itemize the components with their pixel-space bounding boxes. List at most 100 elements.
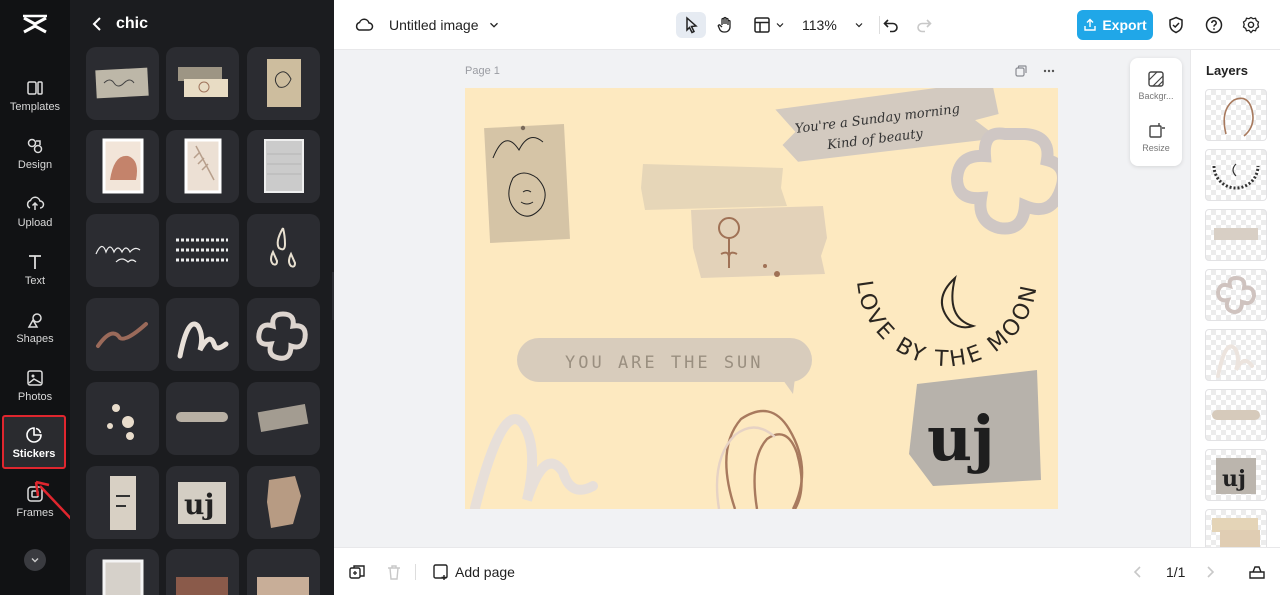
layer-love-by-the-moon[interactable] bbox=[1205, 149, 1267, 201]
rail-item-text[interactable]: Text bbox=[0, 242, 70, 296]
tray-icon bbox=[1249, 566, 1265, 579]
shapes-icon bbox=[27, 312, 42, 328]
settings-button[interactable] bbox=[1241, 12, 1261, 38]
center-tape-strips[interactable] bbox=[641, 164, 827, 278]
rail-label: Stickers bbox=[12, 447, 56, 460]
rail-label: Design bbox=[17, 158, 53, 171]
sticker-paper-sketch[interactable] bbox=[247, 47, 320, 120]
layer-note-strip[interactable] bbox=[1205, 209, 1267, 261]
layout-icon bbox=[754, 17, 770, 33]
panel-title: chic bbox=[116, 15, 149, 32]
next-page-button[interactable] bbox=[1201, 561, 1219, 583]
prev-page-button[interactable] bbox=[1129, 561, 1147, 583]
top-toolbar: Untitled image 113% Export bbox=[334, 0, 1280, 50]
sticker-paint-dots[interactable] bbox=[86, 382, 159, 455]
document-title: Untitled image bbox=[389, 17, 479, 33]
sticker-palm-leaf-photo[interactable] bbox=[166, 130, 239, 203]
rail-item-templates[interactable]: Templates bbox=[0, 68, 70, 122]
hand-tool-button[interactable] bbox=[715, 12, 735, 38]
svg-text:uj: uj bbox=[1222, 466, 1246, 492]
sticker-text-strips[interactable] bbox=[166, 214, 239, 287]
rail-item-design[interactable]: Design bbox=[0, 126, 70, 180]
sunday-morning-tape[interactable]: You're a Sunday morning Kind of beauty bbox=[775, 88, 1002, 163]
sticker-grey-texture[interactable] bbox=[247, 130, 320, 203]
rail-item-photos[interactable]: Photos bbox=[0, 358, 70, 412]
more-options-icon[interactable] bbox=[1042, 64, 1056, 78]
duplicate-page-icon[interactable] bbox=[1014, 64, 1028, 78]
sticker-brown-paper[interactable] bbox=[166, 549, 239, 595]
duplicate-button[interactable] bbox=[348, 561, 366, 583]
undo-icon bbox=[883, 19, 898, 33]
shield-button[interactable] bbox=[1166, 12, 1186, 38]
sticker-water-drops[interactable] bbox=[247, 214, 320, 287]
layout-dropdown[interactable] bbox=[752, 12, 786, 38]
you-are-the-sun-bubble[interactable]: YOU ARE THE SUN bbox=[517, 338, 812, 394]
sticker-photo-frame[interactable] bbox=[86, 549, 159, 595]
outline-squiggle-sticker[interactable] bbox=[715, 409, 804, 509]
page-actions bbox=[1014, 64, 1056, 78]
background-tool-button[interactable]: Backgr... bbox=[1130, 70, 1182, 101]
sticker-torn-tape-strips[interactable] bbox=[166, 47, 239, 120]
shield-icon bbox=[1169, 16, 1183, 34]
sticker-torn-paper-handwriting[interactable] bbox=[86, 47, 159, 120]
collapse-pages-button[interactable] bbox=[1248, 561, 1266, 583]
layer-flower[interactable] bbox=[1205, 269, 1267, 321]
bubble-text: YOU ARE THE SUN bbox=[565, 353, 764, 373]
resize-tool-button[interactable]: Resize bbox=[1130, 122, 1182, 153]
bottom-divider bbox=[415, 564, 416, 580]
chevron-left-icon bbox=[1133, 566, 1141, 578]
chevron-down-icon bbox=[776, 23, 784, 28]
canvas-workspace: Page 1 You're a Sunday morning Kind of b… bbox=[334, 50, 1190, 547]
love-by-the-moon-arc[interactable]: LOVE BY THE MOON bbox=[851, 275, 1043, 372]
sticker-beige-tape[interactable] bbox=[247, 549, 320, 595]
delete-button[interactable] bbox=[385, 561, 403, 583]
sticker-torn-letter-paper[interactable] bbox=[86, 466, 159, 539]
page-counter: 1/1 bbox=[1166, 564, 1186, 580]
sticker-torn-tape-grey[interactable] bbox=[247, 382, 320, 455]
face-sketch-paper[interactable] bbox=[484, 123, 570, 244]
gear-icon bbox=[1242, 16, 1260, 34]
chevron-right-icon bbox=[1207, 566, 1215, 578]
cloud-sync-button[interactable] bbox=[354, 12, 374, 38]
document-title-dropdown[interactable]: Untitled image bbox=[389, 12, 501, 38]
upload-icon bbox=[1084, 18, 1097, 31]
sticker-brush-stroke[interactable] bbox=[86, 298, 159, 371]
sticker-squiggle-line[interactable] bbox=[166, 298, 239, 371]
capcut-logo-icon[interactable] bbox=[20, 10, 50, 40]
zoom-level: 113% bbox=[802, 17, 837, 33]
sticker-afternoon-tea-script[interactable] bbox=[86, 214, 159, 287]
layer-squiggle-line[interactable] bbox=[1205, 329, 1267, 381]
account-avatar[interactable] bbox=[24, 549, 46, 571]
squiggle-line-sticker[interactable] bbox=[470, 414, 598, 509]
export-button[interactable]: Export bbox=[1077, 10, 1153, 40]
add-page-button[interactable]: Add page bbox=[432, 561, 515, 583]
select-tool-button[interactable] bbox=[676, 12, 706, 38]
rail-item-stickers[interactable]: Stickers bbox=[2, 415, 66, 469]
rail-label: Photos bbox=[17, 390, 53, 403]
layer-uj-letters[interactable]: uj bbox=[1205, 449, 1267, 501]
design-icon bbox=[27, 138, 43, 153]
layer-bubble-strip[interactable] bbox=[1205, 389, 1267, 441]
design-canvas[interactable]: You're a Sunday morning Kind of beauty Y… bbox=[465, 88, 1058, 509]
rail-item-upload[interactable]: Upload bbox=[0, 184, 70, 238]
help-icon bbox=[1205, 16, 1223, 34]
layer-squiggle-outline[interactable] bbox=[1205, 89, 1267, 141]
background-label: Backgr... bbox=[1138, 91, 1174, 101]
sticker-torn-brown-paper[interactable] bbox=[247, 466, 320, 539]
sticker-speech-bubble-strip[interactable] bbox=[166, 382, 239, 455]
zoom-dropdown[interactable]: 113% bbox=[802, 12, 865, 38]
left-rail: Templates Design Upload Text Shapes Phot… bbox=[0, 0, 77, 595]
back-arrow-icon[interactable] bbox=[88, 14, 108, 34]
sticker-flower-outline[interactable] bbox=[247, 298, 320, 371]
undo-button[interactable] bbox=[881, 12, 901, 38]
redo-button[interactable] bbox=[914, 12, 934, 38]
floating-tools: Backgr... Resize bbox=[1130, 58, 1182, 166]
flower-sticker[interactable] bbox=[950, 127, 1058, 235]
uj-torn-paper[interactable]: uj bbox=[909, 370, 1041, 486]
export-label: Export bbox=[1102, 17, 1147, 33]
sticker-uj-lettering[interactable]: uj bbox=[166, 466, 239, 539]
rail-item-shapes[interactable]: Shapes bbox=[0, 300, 70, 354]
help-button[interactable] bbox=[1204, 12, 1224, 38]
sticker-abstract-photo[interactable] bbox=[86, 130, 159, 203]
layer-tape-strips[interactable] bbox=[1205, 509, 1267, 547]
